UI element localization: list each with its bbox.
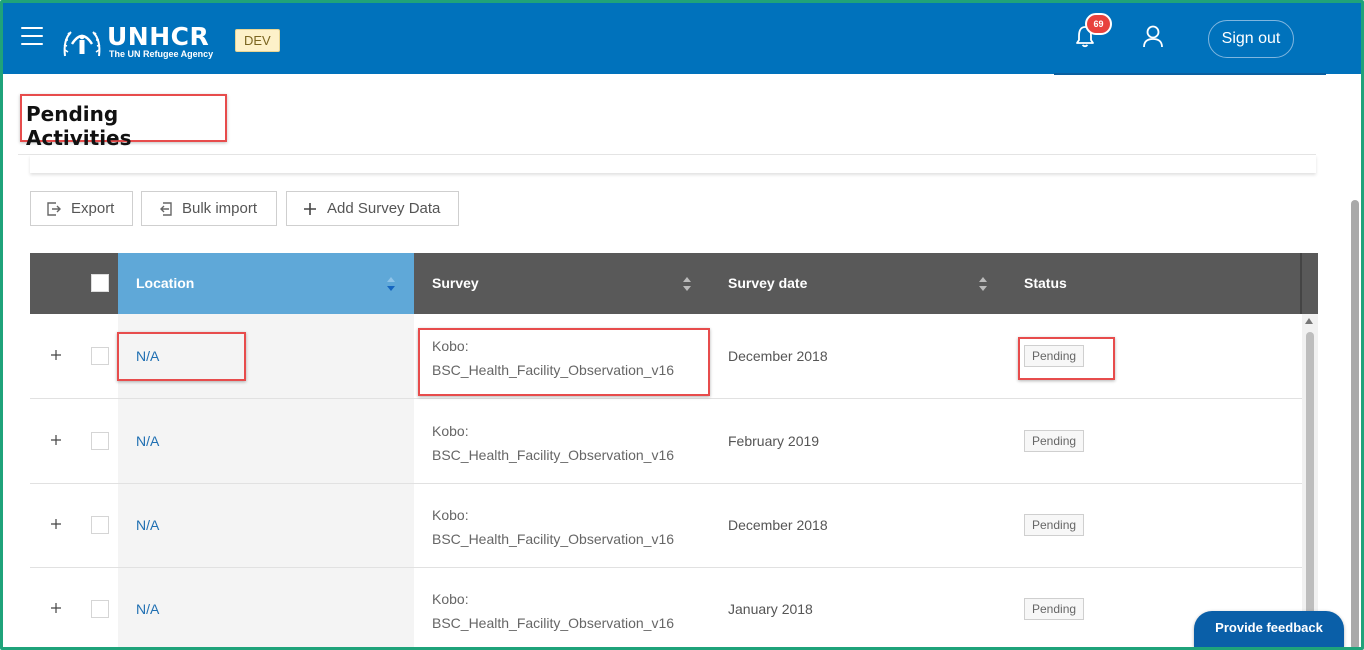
row-location-link[interactable]: N/A [136, 517, 159, 533]
provide-feedback-button[interactable]: Provide feedback [1194, 611, 1344, 647]
row-survey: Kobo: BSC_Health_Facility_Observation_v1… [432, 503, 674, 551]
import-icon [160, 201, 172, 216]
column-header-survey[interactable]: Survey [414, 253, 710, 314]
expand-row-icon[interactable] [50, 518, 62, 530]
row-survey-source: Kobo: [432, 338, 469, 354]
row-survey-source: Kobo: [432, 423, 469, 439]
column-header-status-label: Status [1024, 275, 1067, 291]
column-header-status[interactable]: Status [1006, 253, 1302, 314]
header-select-cell [30, 253, 118, 314]
menu-icon[interactable] [21, 27, 43, 45]
sort-icon[interactable] [978, 275, 988, 293]
sort-icon[interactable] [386, 275, 396, 293]
table-row: N/A Kobo: BSC_Health_Facility_Observatio… [30, 483, 1302, 568]
user-profile-icon[interactable] [1142, 24, 1164, 48]
row-survey-name: BSC_Health_Facility_Observation_v16 [432, 447, 675, 463]
export-icon [47, 201, 61, 216]
row-survey: Kobo: BSC_Health_Facility_Observation_v1… [432, 334, 674, 382]
plus-icon [304, 202, 316, 215]
row-survey-date: January 2018 [728, 601, 813, 617]
filter-card-strip [30, 155, 1316, 173]
header-underline [1054, 73, 1326, 75]
row-checkbox[interactable] [91, 600, 109, 618]
sign-out-button[interactable]: Sign out [1208, 20, 1294, 58]
add-survey-data-button[interactable]: Add Survey Data [286, 191, 459, 226]
table-body: N/A Kobo: BSC_Health_Facility_Observatio… [30, 314, 1302, 650]
column-header-location[interactable]: Location [118, 253, 414, 314]
page-scrollbar-thumb[interactable] [1351, 200, 1359, 650]
page-title: Pending Activities [26, 102, 132, 150]
expand-row-icon[interactable] [50, 349, 62, 361]
bulk-import-button[interactable]: Bulk import [141, 191, 277, 226]
row-survey-source: Kobo: [432, 507, 469, 523]
row-checkbox[interactable] [91, 432, 109, 450]
row-survey-name: BSC_Health_Facility_Observation_v16 [432, 531, 675, 547]
add-survey-data-label: Add Survey Data [327, 200, 441, 217]
expand-row-icon[interactable] [50, 434, 62, 446]
export-label: Export [71, 200, 115, 217]
row-survey-name: BSC_Health_Facility_Observation_v16 [432, 615, 675, 631]
status-badge: Pending [1024, 345, 1085, 367]
status-badge: Pending [1024, 598, 1085, 620]
expand-row-icon[interactable] [50, 602, 62, 614]
status-badge: Pending [1024, 430, 1085, 452]
row-survey: Kobo: BSC_Health_Facility_Observation_v1… [432, 587, 674, 635]
table-scrollbar-thumb[interactable] [1306, 332, 1314, 650]
row-survey-source: Kobo: [432, 591, 469, 607]
column-header-survey-label: Survey [432, 275, 479, 291]
row-survey-name: BSC_Health_Facility_Observation_v16 [432, 362, 675, 378]
unhcr-logo[interactable]: UNHCR The UN Refugee Agency [61, 22, 214, 60]
row-checkbox[interactable] [91, 347, 109, 365]
row-checkbox[interactable] [91, 516, 109, 534]
logo-name: UNHCR [107, 22, 210, 51]
row-location-link[interactable]: N/A [136, 601, 159, 617]
column-header-survey-date[interactable]: Survey date [710, 253, 1006, 314]
sort-icon[interactable] [682, 275, 692, 293]
select-all-checkbox[interactable] [91, 274, 109, 292]
table-row: N/A Kobo: BSC_Health_Facility_Observatio… [30, 399, 1302, 484]
row-location-link[interactable]: N/A [136, 348, 159, 364]
environment-badge: DEV [235, 29, 280, 52]
table-row: N/A Kobo: BSC_Health_Facility_Observatio… [30, 314, 1302, 399]
table-row: N/A Kobo: BSC_Health_Facility_Observatio… [30, 567, 1302, 650]
status-badge: Pending [1024, 514, 1085, 536]
column-header-location-label: Location [136, 275, 195, 291]
row-survey: Kobo: BSC_Health_Facility_Observation_v1… [432, 419, 674, 467]
column-header-survey-date-label: Survey date [728, 275, 808, 291]
bulk-import-label: Bulk import [182, 200, 258, 217]
page-title-highlight: Pending Activities [20, 94, 227, 150]
export-button[interactable]: Export [30, 191, 133, 226]
logo-subtitle: The UN Refugee Agency [109, 49, 214, 59]
row-survey-date: December 2018 [728, 348, 828, 364]
unhcr-emblem-icon [63, 30, 101, 56]
scroll-up-arrow-icon[interactable] [1305, 318, 1313, 324]
row-location-link[interactable]: N/A [136, 433, 159, 449]
header-end-divider [1300, 253, 1302, 314]
notification-count-badge: 69 [1085, 13, 1112, 35]
row-survey-date: February 2019 [728, 433, 820, 449]
table-header: Location Survey Survey date Status [30, 253, 1318, 314]
row-survey-date: December 2018 [728, 517, 828, 533]
